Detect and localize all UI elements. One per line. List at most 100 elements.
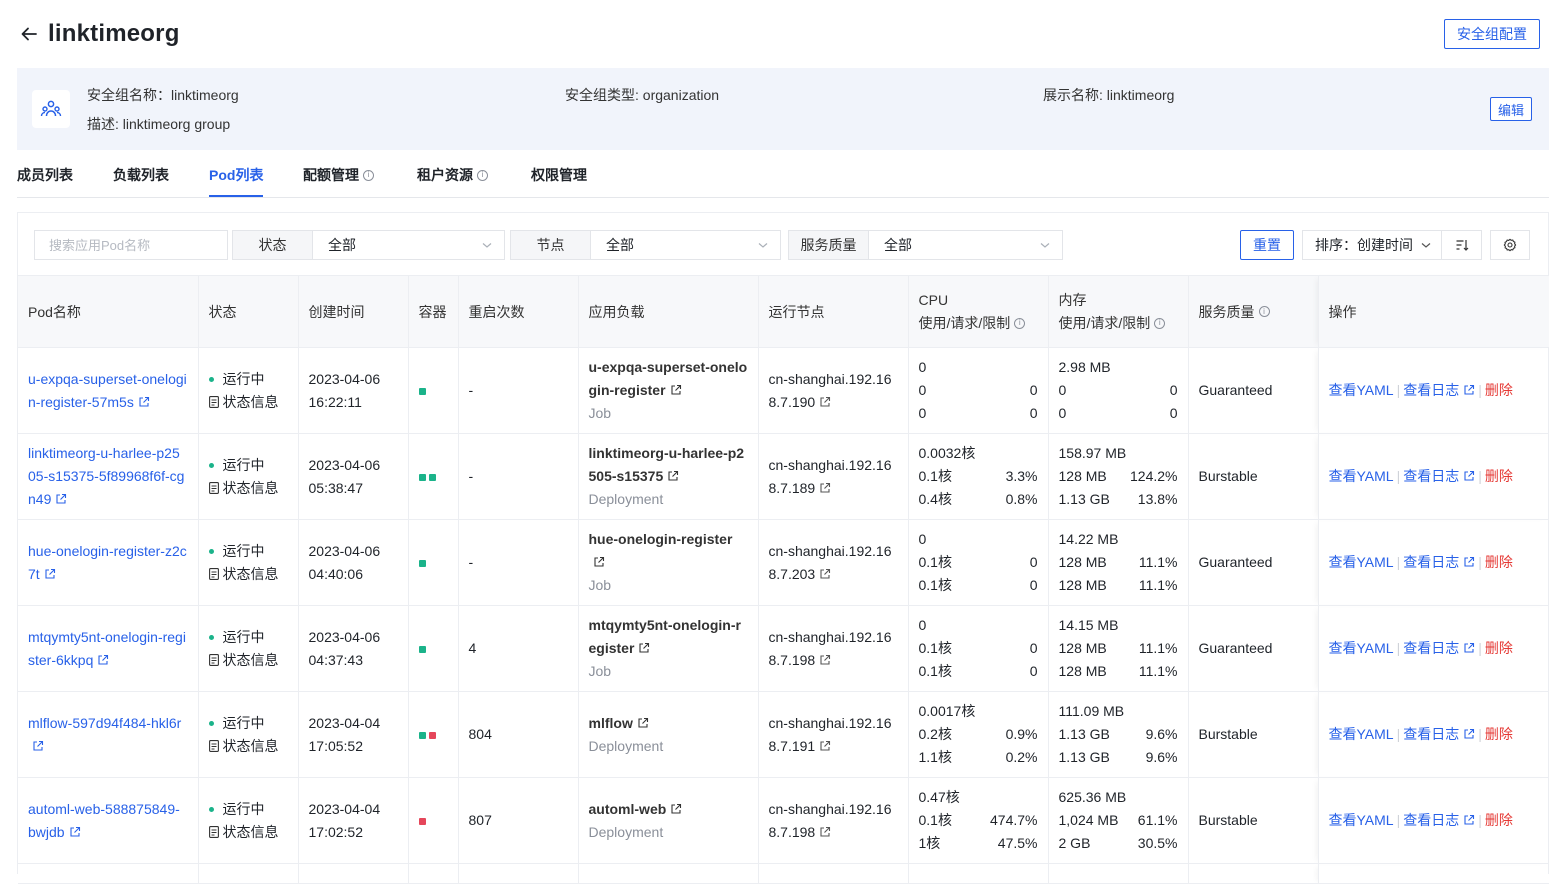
pod-name-link[interactable]: automl-web-588875849-bwjdb — [28, 801, 180, 840]
status-info-link[interactable]: 状态信息 — [208, 821, 288, 844]
workload-link[interactable]: automl-web — [589, 798, 748, 821]
delete-link[interactable]: 删除 — [1485, 812, 1513, 828]
actions-cell: 查看YAML | 查看日志 | 删除 — [1317, 605, 1549, 692]
qos-cell: Burstable — [1188, 777, 1319, 864]
restarts-cell: - — [458, 347, 579, 434]
tab-pods[interactable]: Pod列表 — [209, 164, 263, 186]
pod-name-cell: hue-onelogin-register-z2c7t — [18, 519, 199, 606]
delete-link[interactable]: 删除 — [1485, 382, 1513, 398]
actions-cell: 查看YAML | 查看日志 | 删除 — [1317, 347, 1549, 434]
status-cell: 运行中 状态信息 — [198, 433, 299, 520]
qos-filter-select[interactable]: 全部 — [869, 231, 1062, 259]
pod-name-link[interactable]: linktimeorg-u-harlee-p2505-s15375-5f8996… — [28, 445, 184, 507]
pod-list-panel: 状态 全部 节点 全部 服务质量 全部 重置 排序：创建时间 — [17, 212, 1549, 884]
filter-bar: 状态 全部 节点 全部 服务质量 全部 重置 排序：创建时间 — [34, 229, 1530, 261]
view-yaml-link[interactable]: 查看YAML — [1329, 726, 1394, 742]
delete-link[interactable]: 删除 — [1485, 640, 1513, 656]
workload-link[interactable]: hue-onelogin-register — [589, 528, 748, 574]
view-yaml-link[interactable]: 查看YAML — [1329, 382, 1394, 398]
workload-kind: Job — [588, 405, 612, 421]
edit-button[interactable]: 编辑 — [1490, 97, 1532, 121]
status-info-link[interactable]: 状态信息 — [208, 649, 288, 672]
pod-name-link[interactable]: u-expqa-superset-onelogin-register-57m5s — [28, 371, 187, 410]
view-logs-link[interactable]: 查看日志 — [1403, 812, 1475, 828]
delete-link[interactable]: 删除 — [1485, 554, 1513, 570]
view-yaml-link[interactable]: 查看YAML — [1329, 554, 1394, 570]
external-link-icon — [1464, 642, 1475, 653]
sort-control: 排序：创建时间 — [1302, 230, 1482, 260]
chevron-down-icon — [482, 243, 492, 248]
sort-direction-button[interactable] — [1442, 231, 1481, 259]
external-link-icon — [45, 568, 55, 579]
node-link[interactable]: cn-shanghai.192.168.7.189 — [769, 457, 892, 496]
workload-kind: Deployment — [588, 737, 664, 754]
container-status-indicator[interactable] — [428, 474, 436, 481]
actions-cell: 查看YAML | 查看日志 | 删除 — [1317, 777, 1549, 864]
workload-link[interactable]: mtqymty5nt-onelogin-register — [589, 614, 748, 660]
view-yaml-link[interactable]: 查看YAML — [1329, 812, 1394, 828]
document-icon — [208, 740, 219, 752]
tab-tenant-resources[interactable]: 租户资源 i — [417, 164, 488, 186]
pod-name-link[interactable]: mtqymty5nt-onelogin-register-6kkpq — [28, 629, 186, 668]
delete-link[interactable]: 删除 — [1485, 468, 1513, 484]
pod-name-link[interactable]: hue-onelogin-register-z2c7t — [28, 543, 187, 582]
external-link-icon — [1464, 728, 1475, 739]
workload-link[interactable]: mlflow — [589, 712, 748, 735]
container-status-indicator[interactable] — [418, 732, 426, 739]
node-filter-select[interactable]: 全部 — [591, 231, 780, 259]
status-info-link[interactable]: 状态信息 — [208, 735, 288, 758]
status-cell: 运行中 状态信息 — [198, 691, 299, 778]
restarts-cell: 804 — [458, 691, 579, 778]
reset-button[interactable]: 重置 — [1240, 230, 1294, 260]
node-link[interactable]: cn-shanghai.192.168.7.203 — [769, 543, 892, 582]
created-cell: 2023-04-06 04:40:06 — [298, 519, 409, 606]
node-link[interactable]: cn-shanghai.192.168.7.198 — [769, 629, 892, 668]
container-status-indicator[interactable] — [428, 732, 436, 739]
actions-cell: 查看YAML | 查看日志 | 删除 — [1317, 691, 1549, 778]
container-status-indicator[interactable] — [418, 818, 426, 825]
tab-members[interactable]: 成员列表 — [17, 164, 73, 186]
node-link[interactable]: cn-shanghai.192.168.7.191 — [769, 715, 892, 754]
workload-link[interactable]: linktimeorg-u-harlee-p2505-s15375 — [589, 442, 748, 488]
status-info-link[interactable]: 状态信息 — [208, 563, 288, 586]
container-status-indicator[interactable] — [418, 474, 426, 481]
running-dot — [208, 634, 214, 640]
view-logs-link[interactable]: 查看日志 — [1403, 382, 1475, 398]
view-logs-link[interactable]: 查看日志 — [1403, 468, 1475, 484]
running-dot — [208, 806, 214, 812]
tab-permissions[interactable]: 权限管理 — [531, 164, 587, 186]
external-link-icon — [70, 826, 80, 837]
memory-cell: 2.98 MB 0 0 0 0 — [1048, 347, 1189, 434]
memory-cell: 158.97 MB 128 MB 124.2% 1.13 GB 13.8% — [1048, 433, 1189, 520]
table-settings-button[interactable] — [1490, 230, 1530, 260]
view-logs-link[interactable]: 查看日志 — [1403, 726, 1475, 742]
container-status-indicator[interactable] — [418, 388, 426, 395]
view-logs-link[interactable]: 查看日志 — [1403, 640, 1475, 656]
status-filter-select[interactable]: 全部 — [313, 231, 504, 259]
container-status-indicator[interactable] — [418, 646, 426, 653]
col-containers: 容器 — [408, 275, 459, 348]
sort-select[interactable]: 排序：创建时间 — [1303, 231, 1442, 259]
cpu-cell: 00000 — [908, 347, 1049, 434]
status-info-link[interactable]: 状态信息 — [208, 477, 288, 500]
workload-link[interactable]: u-expqa-superset-onelogin-register — [589, 356, 748, 402]
workload-cell: hue-onelogin-register Job — [578, 519, 759, 606]
view-yaml-link[interactable]: 查看YAML — [1329, 640, 1394, 656]
view-logs-link[interactable]: 查看日志 — [1403, 554, 1475, 570]
view-yaml-link[interactable]: 查看YAML — [1329, 468, 1394, 484]
pod-name-link[interactable]: mlflow-597d94f484-hkl6r — [28, 715, 181, 754]
pod-search-input[interactable] — [34, 230, 228, 260]
delete-link[interactable]: 删除 — [1485, 726, 1513, 742]
info-icon: i — [1154, 317, 1166, 329]
tab-quota[interactable]: 配额管理 i — [303, 164, 374, 186]
status-info-link[interactable]: 状态信息 — [208, 391, 288, 414]
node-link[interactable]: cn-shanghai.192.168.7.190 — [769, 371, 892, 410]
status-cell: 运行中 状态信息 — [198, 605, 299, 692]
pod-name-cell: u-expqa-superset-onelogin-register-57m5s — [18, 347, 199, 434]
node-link[interactable]: cn-shanghai.192.168.7.198 — [769, 801, 892, 840]
tab-workloads[interactable]: 负载列表 — [113, 164, 169, 186]
table-row: mlflow-597d94f484-hkl6r 运行中 状态信息 2023-04-04… — [18, 691, 1549, 778]
back-arrow-icon[interactable] — [18, 23, 40, 45]
container-status-indicator[interactable] — [418, 560, 426, 567]
security-group-config-button[interactable]: 安全组配置 — [1444, 19, 1540, 49]
